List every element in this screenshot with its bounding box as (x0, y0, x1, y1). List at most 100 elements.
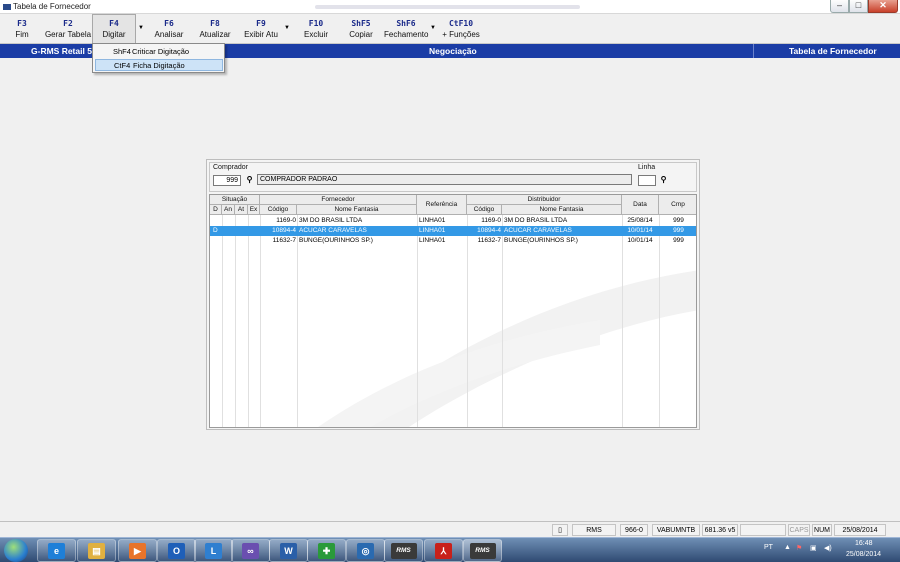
media-player-icon: ▶ (129, 543, 146, 559)
taskbar-explorer-button[interactable]: ▤ (77, 539, 116, 562)
status-user: VABUMNTB (652, 524, 700, 536)
subheader-distribuidor-codigo: Código (467, 205, 502, 215)
comprador-code-input[interactable]: 999 (213, 175, 241, 186)
copiar-button[interactable]: ShF5 Copiar (344, 18, 378, 40)
cell-distribuidor-nome: ACUCAR CARAVELAS (504, 227, 572, 234)
rms-icon: RMS (390, 543, 417, 559)
analisar-button[interactable]: F6 Analisar (152, 18, 186, 40)
exibir-atu-button[interactable]: F9 Exibir Atu (242, 18, 280, 40)
gerar-tabela-button[interactable]: F2 Gerar Tabela (44, 18, 92, 40)
cell-cmp: 999 (673, 217, 684, 224)
excluir-button[interactable]: F10 Excluir (300, 18, 332, 40)
maximize-button[interactable]: □ (849, 0, 868, 13)
close-button[interactable]: ✕ (868, 0, 898, 13)
clipboard-icon[interactable]: ▯ (552, 524, 568, 536)
taskbar-word-button[interactable]: W (269, 539, 308, 562)
header-referencia: Referência (417, 195, 467, 215)
start-button[interactable] (4, 539, 28, 562)
menu-item-criticar-digitacao[interactable]: ShF4Criticar Digitação (95, 46, 223, 58)
module-name: Negociação (429, 46, 477, 56)
cell-d: D (213, 227, 218, 234)
cell-referencia: LINHA01 (419, 217, 446, 224)
infinity-app-icon: ∞ (242, 543, 259, 559)
subheader-fornecedor-codigo: Código (260, 205, 297, 215)
network-icon[interactable]: ▣ (810, 544, 817, 552)
taskbar-infinity-app-button[interactable]: ∞ (231, 539, 270, 562)
taskbar-remote-desktop-button[interactable]: ◎ (346, 539, 385, 562)
watermark-swoosh-icon (318, 270, 696, 427)
cell-fornecedor-codigo: 1169-0 (276, 217, 296, 224)
status-caps: CAPS (788, 524, 810, 536)
action-center-icon[interactable]: ⚑ (796, 544, 802, 552)
taskbar-ie-button[interactable]: e (37, 539, 76, 562)
taskbar-outlook-button[interactable]: O (157, 539, 196, 562)
system-name: G-RMS Retail 5 (31, 46, 92, 56)
cell-distribuidor-nome: 3M DO BRASIL LTDA (504, 217, 568, 224)
fechamento-dropdown-arrow[interactable]: ▼ (430, 25, 436, 31)
menu-item-ficha-digitacao[interactable]: CtF4 Ficha Digitação (95, 59, 223, 71)
comprador-search-icon[interactable]: ⚲ (243, 174, 256, 185)
taskbar-rms-button[interactable]: RMS (384, 539, 423, 562)
word-icon: W (280, 543, 297, 559)
digitar-dropdown-arrow[interactable]: ▼ (138, 25, 144, 31)
subheader-d: D (210, 205, 222, 215)
negociacao-panel: Comprador 999 ⚲ COMPRADOR PADRAO Linha ⚲… (206, 159, 700, 430)
mais-funcoes-label: + Funções (442, 30, 480, 39)
explorer-icon: ▤ (88, 543, 105, 559)
column-divider (659, 215, 660, 427)
taskbar-rms-active-button[interactable]: RMS (463, 539, 502, 562)
linha-input[interactable] (638, 175, 656, 186)
window-title: Tabela de Fornecedor (13, 2, 91, 11)
tray-arrow-icon[interactable]: ▲ (784, 544, 791, 551)
blurred-title-text (315, 5, 580, 9)
comprador-name-field: COMPRADOR PADRAO (257, 174, 632, 185)
rms-active-icon: RMS (469, 543, 496, 559)
fornecedor-grid: Situação Fornecedor Referência Distribui… (209, 194, 697, 428)
subheader-an: An (222, 205, 235, 215)
status-system: RMS (572, 524, 616, 536)
taskbar-pdf-button[interactable]: ⅄ (424, 539, 463, 562)
table-row[interactable]: 1169-0 3M DO BRASIL LTDA LINHA01 1169-0 … (210, 216, 696, 226)
status-num: NUM (812, 524, 832, 536)
toolbar: F3 Fim F2 Gerar Tabela F4 Digitar ▼ F6 A… (0, 14, 900, 45)
subheader-at: At (235, 205, 248, 215)
clock-time[interactable]: 16:48 (855, 540, 873, 547)
clock-date[interactable]: 25/08/2014 (846, 551, 881, 558)
cell-data: 10/01/14 (627, 237, 653, 244)
table-row[interactable]: 11632-7 BUNGE(OURINHOS SP.) LINHA01 1163… (210, 236, 696, 246)
atualizar-button[interactable]: F8 Atualizar (196, 18, 234, 40)
mais-funcoes-button[interactable]: CtF10 + Funções (442, 18, 480, 40)
remote-desktop-icon: ◎ (357, 543, 374, 559)
status-code: 966-0 (620, 524, 648, 536)
fim-button[interactable]: F3 Fim (6, 18, 38, 40)
linha-search-icon[interactable]: ⚲ (657, 174, 670, 185)
column-divider (222, 215, 223, 427)
menu-item-key: CtF4 (114, 61, 131, 70)
header-fornecedor: Fornecedor (260, 195, 417, 205)
subheader-fornecedor-nome: Nome Fantasia (297, 205, 417, 215)
header-data: Data (622, 195, 659, 215)
lync-icon: L (205, 543, 222, 559)
taskbar-lync-button[interactable]: L (194, 539, 233, 562)
table-row-selected[interactable]: D 10894-4 ACUCAR CARAVELAS LINHA01 10894… (210, 226, 696, 236)
fechamento-key: ShF6 (396, 19, 416, 28)
volume-icon[interactable]: ◀) (824, 544, 832, 552)
cell-fornecedor-codigo: 11632-7 (272, 237, 296, 244)
minimize-button[interactable]: – (830, 0, 849, 13)
cell-cmp: 999 (673, 237, 684, 244)
exibir-atu-label: Exibir Atu (244, 30, 278, 39)
digitar-button[interactable]: F4 Digitar (92, 14, 136, 45)
title-bar: Tabela de Fornecedor – □ ✕ (0, 0, 900, 14)
taskbar-media-player-button[interactable]: ▶ (118, 539, 157, 562)
cell-referencia: LINHA01 (419, 237, 446, 244)
taskbar-medical-app-button[interactable]: ✚ (307, 539, 346, 562)
exibir-atu-dropdown-arrow[interactable]: ▼ (284, 25, 290, 31)
exibir-atu-key: F9 (256, 19, 266, 28)
menu-item-label: Ficha Digitação (133, 61, 185, 70)
language-indicator[interactable]: PT (764, 544, 773, 551)
column-divider (417, 215, 418, 427)
fechamento-button[interactable]: ShF6 Fechamento (384, 18, 428, 40)
cell-distribuidor-codigo: 1169-0 (481, 217, 501, 224)
cell-fornecedor-nome: 3M DO BRASIL LTDA (299, 217, 363, 224)
cell-fornecedor-nome: ACUCAR CARAVELAS (299, 227, 367, 234)
